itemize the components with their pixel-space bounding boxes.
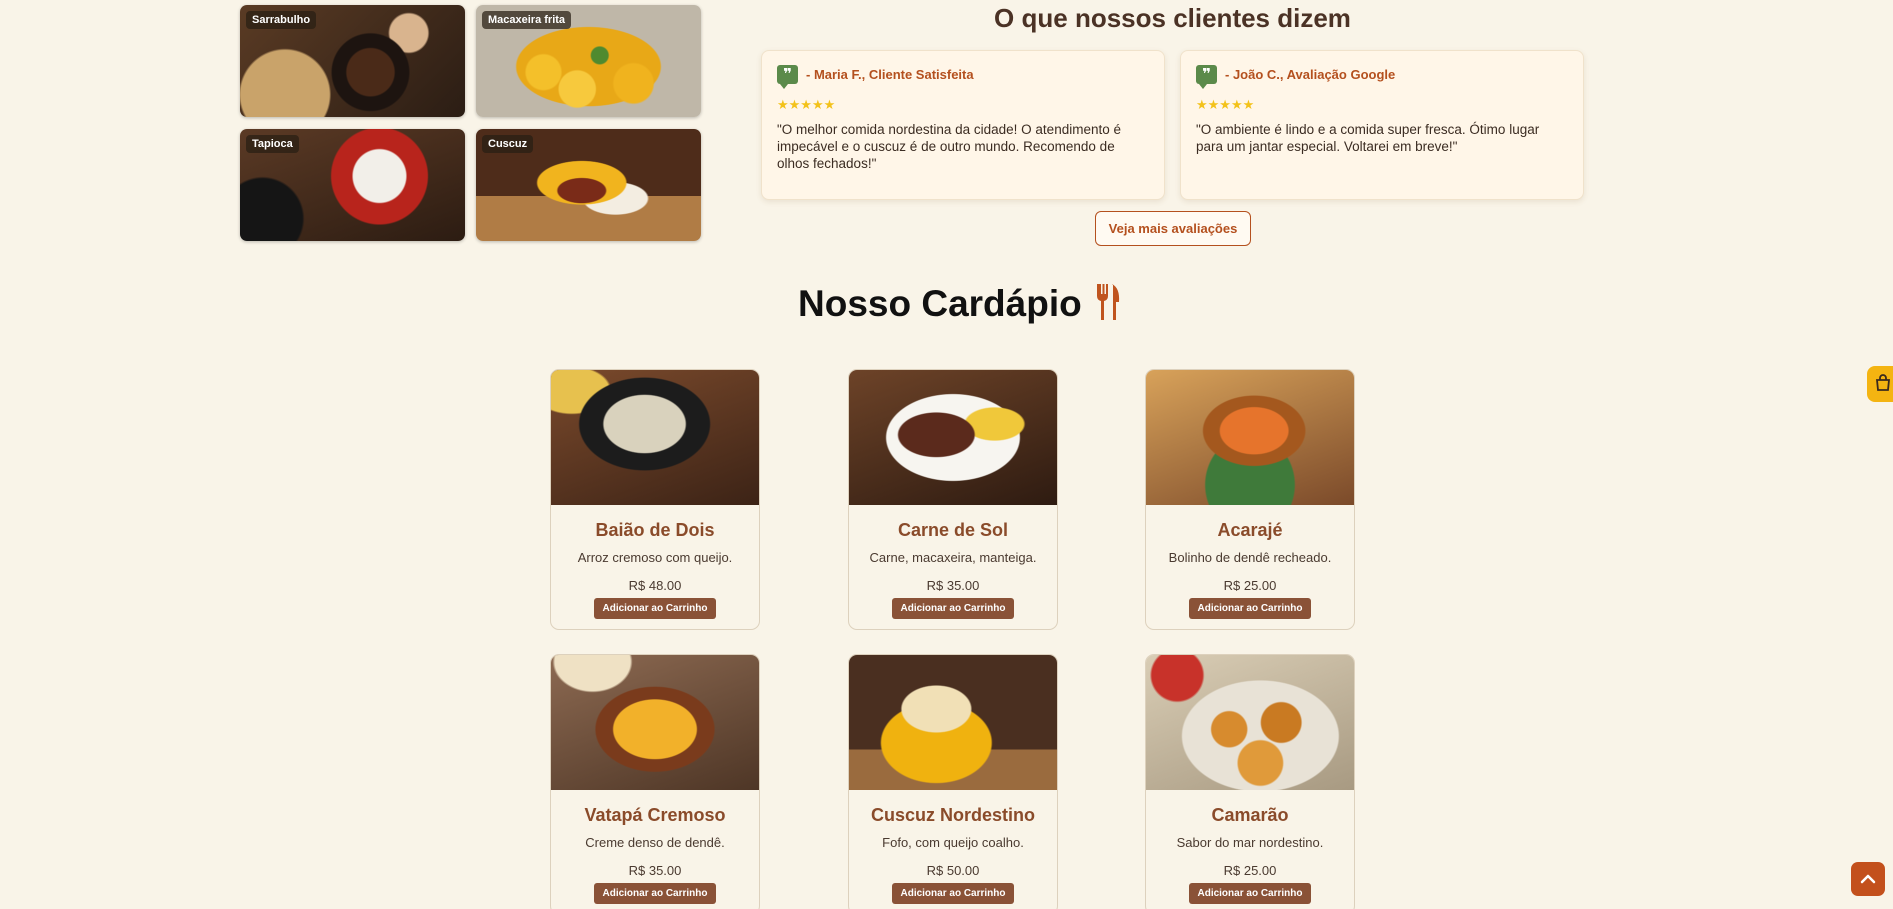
review-text: "O ambiente é lindo e a comida super fre… [1196, 122, 1540, 154]
dish-name: Camarão [1211, 805, 1289, 825]
dish-description: Fofo, com queijo coalho. [882, 835, 1024, 850]
dish-photo [551, 655, 759, 790]
menu-title: Nosso Cardápio [760, 282, 1160, 325]
cart-icon [1876, 373, 1890, 391]
dish-name: Acarajé [1217, 520, 1283, 540]
gallery-item-macaxeira[interactable]: Macaxeira frita [476, 5, 701, 117]
menu-card: Carne de Sol Carne, macaxeira, manteiga.… [848, 369, 1058, 630]
add-to-cart-button[interactable]: Adicionar ao Carrinho [1189, 598, 1311, 619]
dish-price: R$ 25.00 [1223, 863, 1277, 878]
menu-card: Acarajé Bolinho de dendê recheado. R$ 25… [1145, 369, 1355, 630]
dish-description: Creme denso de dendê. [585, 835, 725, 850]
dish-photo [551, 370, 759, 505]
scroll-top-button[interactable] [1851, 862, 1885, 896]
gallery-item-tapioca[interactable]: Tapioca [240, 129, 465, 241]
gallery-label: Macaxeira frita [482, 11, 572, 29]
dish-photo [849, 370, 1057, 505]
add-to-cart-button[interactable]: Adicionar ao Carrinho [594, 883, 716, 904]
review-stars: ★★★★★ [777, 97, 836, 112]
cart-button[interactable] [1867, 366, 1893, 402]
dish-price: R$ 35.00 [628, 863, 682, 878]
menu-card: Camarão Sabor do mar nordestino. R$ 25.0… [1145, 654, 1355, 909]
chevron-up-icon [1860, 874, 1876, 884]
dish-photo [1146, 655, 1354, 790]
review-text: "O melhor comida nordestina da cidade! O… [777, 122, 1121, 171]
dish-description: Carne, macaxeira, manteiga. [869, 550, 1037, 565]
dish-price: R$ 48.00 [628, 578, 682, 593]
dish-name: Cuscuz Nordestino [870, 805, 1035, 825]
dish-name: Vatapá Cremoso [584, 805, 726, 825]
dish-price: R$ 25.00 [1223, 578, 1277, 593]
dish-description: Arroz cremoso com queijo. [577, 550, 733, 565]
review-card: ❞ - Maria F., Cliente Satisfeita ★★★★★ "… [761, 50, 1165, 200]
dish-name: Baião de Dois [595, 520, 715, 540]
gallery-label: Tapioca [246, 135, 299, 153]
review-author: - Maria F., Cliente Satisfeita [806, 67, 974, 82]
dish-name: Carne de Sol [897, 520, 1009, 540]
dish-price: R$ 50.00 [926, 863, 980, 878]
review-stars: ★★★★★ [1196, 97, 1255, 112]
dish-description: Bolinho de dendê recheado. [1168, 550, 1332, 565]
gallery-item-cuscuz[interactable]: Cuscuz [476, 129, 701, 241]
quote-icon: ❞ [1196, 65, 1217, 89]
dish-photo [1146, 370, 1354, 505]
add-to-cart-button[interactable]: Adicionar ao Carrinho [1189, 883, 1311, 904]
gallery-label: Cuscuz [482, 135, 534, 153]
menu-title-text: Nosso Cardápio [798, 283, 1082, 324]
dish-description: Sabor do mar nordestino. [1176, 835, 1324, 850]
review-author: - João C., Avaliação Google [1225, 67, 1396, 82]
dish-photo [849, 655, 1057, 790]
testimonials-title: O que nossos clientes dizem [994, 3, 1351, 33]
review-card: ❞ - João C., Avaliação Google ★★★★★ "O a… [1180, 50, 1584, 200]
food-gallery: Sarrabulho Macaxeira frita Tapioca Cuscu… [240, 5, 701, 241]
add-to-cart-button[interactable]: Adicionar ao Carrinho [892, 598, 1014, 619]
dish-price: R$ 35.00 [926, 578, 980, 593]
gallery-label: Sarrabulho [246, 11, 317, 29]
gallery-item-sarrabulho[interactable]: Sarrabulho [240, 5, 465, 117]
review-header: ❞ - Maria F., Cliente Satisfeita [777, 65, 1149, 89]
utensils-icon [1097, 284, 1120, 320]
more-reviews-button[interactable]: Veja mais avaliações [1095, 211, 1251, 246]
quote-icon: ❞ [777, 65, 798, 89]
review-header: ❞ - João C., Avaliação Google [1196, 65, 1568, 89]
add-to-cart-button[interactable]: Adicionar ao Carrinho [594, 598, 716, 619]
menu-card: Vatapá Cremoso Creme denso de dendê. R$ … [550, 654, 760, 909]
menu-card: Baião de Dois Arroz cremoso com queijo. … [550, 369, 760, 630]
add-to-cart-button[interactable]: Adicionar ao Carrinho [892, 883, 1014, 904]
menu-card: Cuscuz Nordestino Fofo, com queijo coalh… [848, 654, 1058, 909]
